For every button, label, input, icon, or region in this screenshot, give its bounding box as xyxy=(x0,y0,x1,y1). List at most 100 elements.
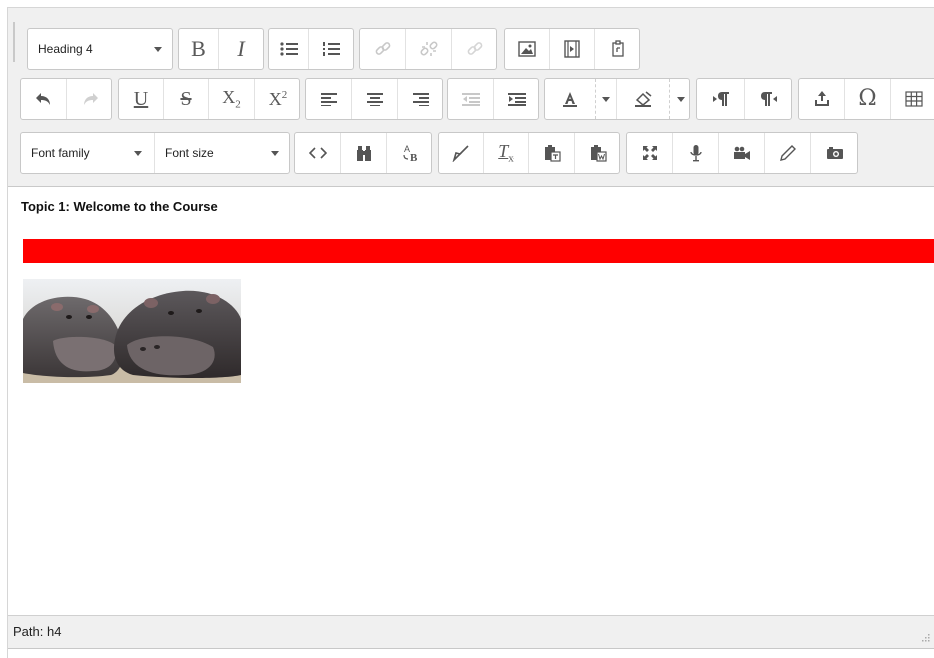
insert-media-button[interactable] xyxy=(550,29,595,69)
draw-button[interactable] xyxy=(765,133,811,173)
video-camera-icon xyxy=(733,146,750,160)
font-size-select[interactable]: Font size xyxy=(155,133,291,173)
bullet-list-button[interactable] xyxy=(269,29,309,69)
clipboard-files-icon xyxy=(612,40,624,57)
superscript-label: X2 xyxy=(268,89,288,109)
superscript-button[interactable]: X2 xyxy=(255,79,301,119)
font-family-label: Font family xyxy=(31,146,90,160)
link-icon xyxy=(375,42,390,55)
insert-image-button[interactable] xyxy=(505,29,550,69)
font-family-select[interactable]: Font family xyxy=(21,133,155,173)
insert-equation-button[interactable] xyxy=(799,79,845,119)
numbered-list-button[interactable] xyxy=(311,29,351,69)
italic-button[interactable]: I xyxy=(221,29,261,69)
find-replace-button[interactable] xyxy=(341,133,387,173)
snapshot-button[interactable] xyxy=(811,133,859,173)
history-group xyxy=(20,78,112,120)
film-icon xyxy=(564,40,580,58)
background-color-dropdown[interactable] xyxy=(669,79,691,119)
subscript-button[interactable]: X2 xyxy=(209,79,255,119)
link-button[interactable] xyxy=(360,29,406,69)
pencil-icon xyxy=(779,145,796,161)
element-path[interactable]: Path: h4 xyxy=(13,624,61,639)
paste-text-icon xyxy=(544,145,561,162)
redo-icon xyxy=(84,93,98,105)
align-group xyxy=(305,78,443,120)
text-color-button[interactable] xyxy=(545,79,595,119)
align-left-button[interactable] xyxy=(306,79,352,119)
text-color-icon xyxy=(563,92,577,107)
clean-html-button[interactable] xyxy=(439,133,484,173)
hippos-image xyxy=(23,279,241,383)
font-group: Font family Font size xyxy=(20,132,290,174)
paste-text-button[interactable] xyxy=(529,133,575,173)
left-to-right-icon xyxy=(712,92,729,106)
editor-content-area[interactable]: Topic 1: Welcome to the Course xyxy=(8,187,934,615)
subscript-small: 2 xyxy=(235,98,241,111)
cleanup-group: Tx xyxy=(438,132,620,174)
subscript-label: X2 xyxy=(222,88,241,111)
outdent-icon xyxy=(461,93,480,106)
spellcheck-button[interactable]: AB xyxy=(387,133,433,173)
ltr-button[interactable] xyxy=(697,79,745,119)
paste-word-button[interactable] xyxy=(575,133,621,173)
indent-icon xyxy=(508,93,526,106)
text-style-group: B I xyxy=(178,28,264,70)
superscript-small: 2 xyxy=(281,89,288,101)
broom-icon xyxy=(452,145,469,162)
topic-heading: Topic 1: Welcome to the Course xyxy=(21,199,218,214)
clear-format-small: x xyxy=(508,152,514,165)
red-banner-bar xyxy=(23,239,934,263)
superscript-base: X xyxy=(268,89,282,109)
hippo-photo[interactable] xyxy=(23,279,241,383)
font-size-label: Font size xyxy=(165,146,214,160)
strikethrough-button[interactable]: S xyxy=(164,79,209,119)
unlink-icon xyxy=(419,41,438,56)
redo-button[interactable] xyxy=(67,79,113,119)
insert-table-button[interactable] xyxy=(891,79,934,119)
unlink-button[interactable] xyxy=(406,29,452,69)
background-color-button[interactable] xyxy=(619,79,669,119)
fullscreen-button[interactable] xyxy=(627,133,673,173)
right-to-left-icon xyxy=(761,92,777,106)
font-style-group: U S X2 X2 xyxy=(118,78,300,120)
record-video-button[interactable] xyxy=(719,133,765,173)
clear-formatting-label: Tx xyxy=(498,142,514,165)
align-right-icon xyxy=(413,93,429,106)
numbered-list-icon xyxy=(323,42,340,56)
manage-files-button[interactable] xyxy=(595,29,641,69)
align-center-button[interactable] xyxy=(352,79,398,119)
text-color-dropdown[interactable] xyxy=(595,79,617,119)
spellcheck-ab-icon: AB xyxy=(403,144,418,163)
svg-text:B: B xyxy=(410,152,418,163)
source-code-button[interactable] xyxy=(295,133,341,173)
format-group: Heading 4 xyxy=(27,28,173,70)
underline-button[interactable]: U xyxy=(119,79,164,119)
indent-group xyxy=(447,78,539,120)
anchor-button[interactable] xyxy=(452,29,498,69)
resize-handle-icon[interactable] xyxy=(920,632,930,642)
toolbar-grip xyxy=(13,22,15,62)
rtl-button[interactable] xyxy=(745,79,793,119)
code-icon xyxy=(308,147,327,159)
indent-button[interactable] xyxy=(494,79,540,119)
special-char-button[interactable]: Ω xyxy=(845,79,891,119)
format-select[interactable]: Heading 4 xyxy=(28,29,174,69)
chevron-down-icon xyxy=(154,47,162,52)
editor-toolbar: Heading 4 B I U S X2 X2 Ω Font family Fo… xyxy=(8,8,934,187)
list-group xyxy=(268,28,354,70)
microphone-icon xyxy=(689,145,702,162)
undo-button[interactable] xyxy=(21,79,67,119)
bold-button[interactable]: B xyxy=(179,29,219,69)
upload-icon xyxy=(814,91,829,106)
link-group xyxy=(359,28,497,70)
chevron-down-icon xyxy=(602,96,610,102)
clear-formatting-button[interactable]: Tx xyxy=(484,133,529,173)
direction-group xyxy=(696,78,792,120)
bullet-list-icon xyxy=(279,42,298,56)
align-right-button[interactable] xyxy=(398,79,444,119)
color-group xyxy=(544,78,690,120)
record-audio-button[interactable] xyxy=(673,133,719,173)
binoculars-icon xyxy=(356,146,371,161)
outdent-button[interactable] xyxy=(448,79,494,119)
